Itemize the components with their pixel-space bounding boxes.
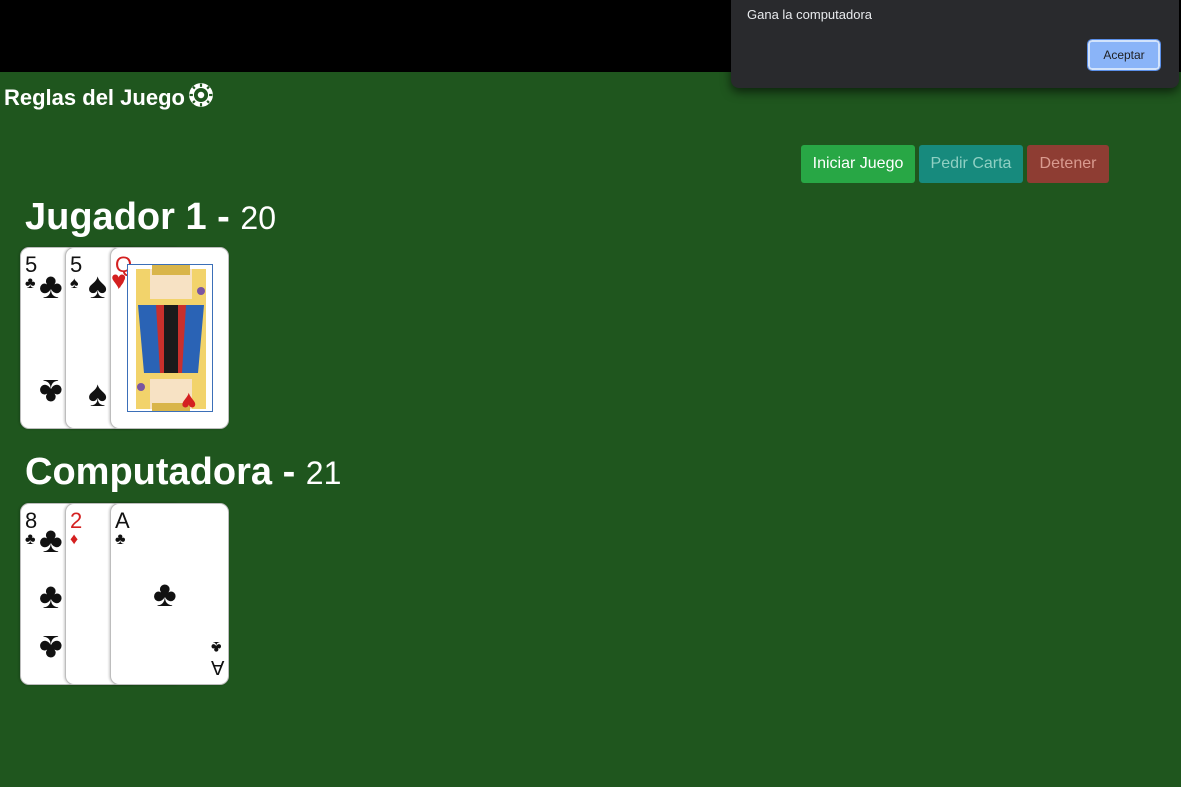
queen-face-image [127,264,213,412]
card-suit: ♣ [25,275,36,292]
spade-icon: ♠ [88,373,108,414]
club-icon: ♣ [39,372,63,413]
club-icon: ♣ [39,265,63,306]
ask-card-button[interactable]: Pedir Carta [919,145,1023,183]
player-name: Computadora [25,451,272,493]
alert-message: Gana la computadora [747,7,873,22]
card-rank: 5 [25,252,38,277]
card-rank: 2 [70,508,83,533]
gear-icon [188,82,214,114]
card-suit: ♦ [70,531,79,548]
rules-link[interactable]: Reglas del Juego [4,82,214,114]
club-icon: ♣ [39,628,63,669]
stop-button[interactable]: Detener [1027,145,1109,183]
player-score: 21 [305,455,342,491]
club-icon: ♣ [39,575,63,616]
card-rank: A [115,508,130,533]
player-title: Computadora - 21 [25,451,341,494]
rules-label: Reglas del Juego [4,85,185,110]
heart-icon: ♥ [111,265,127,295]
player-title: Jugador 1 - 20 [25,196,276,239]
accept-button[interactable]: Aceptar [1087,39,1161,71]
title-separator: - [282,451,296,493]
card-suit: ♣ [25,531,36,548]
card-rank: 5 [70,252,83,277]
club-icon: ♣ [39,519,63,560]
alert-dialog: Gana la computadora Aceptar [731,0,1179,88]
club-icon: ♣ [153,573,177,614]
card: Q ♥ ♥ ♥ [110,247,229,429]
start-game-button[interactable]: Iniciar Juego [801,145,915,183]
title-separator: - [217,196,230,238]
card-suit-bottom: ♣ [211,638,222,655]
player-name: Jugador 1 [25,196,207,238]
spade-icon: ♠ [88,265,108,306]
card-suit: ♠ [70,275,79,292]
heart-icon: ♥ [181,387,197,417]
card-rank: 8 [25,508,38,533]
card: A ♣ ♣ A ♣ [110,503,229,685]
player-score: 20 [240,200,276,236]
card-suit: ♣ [115,531,126,548]
card-rank-bottom: A [211,656,225,678]
